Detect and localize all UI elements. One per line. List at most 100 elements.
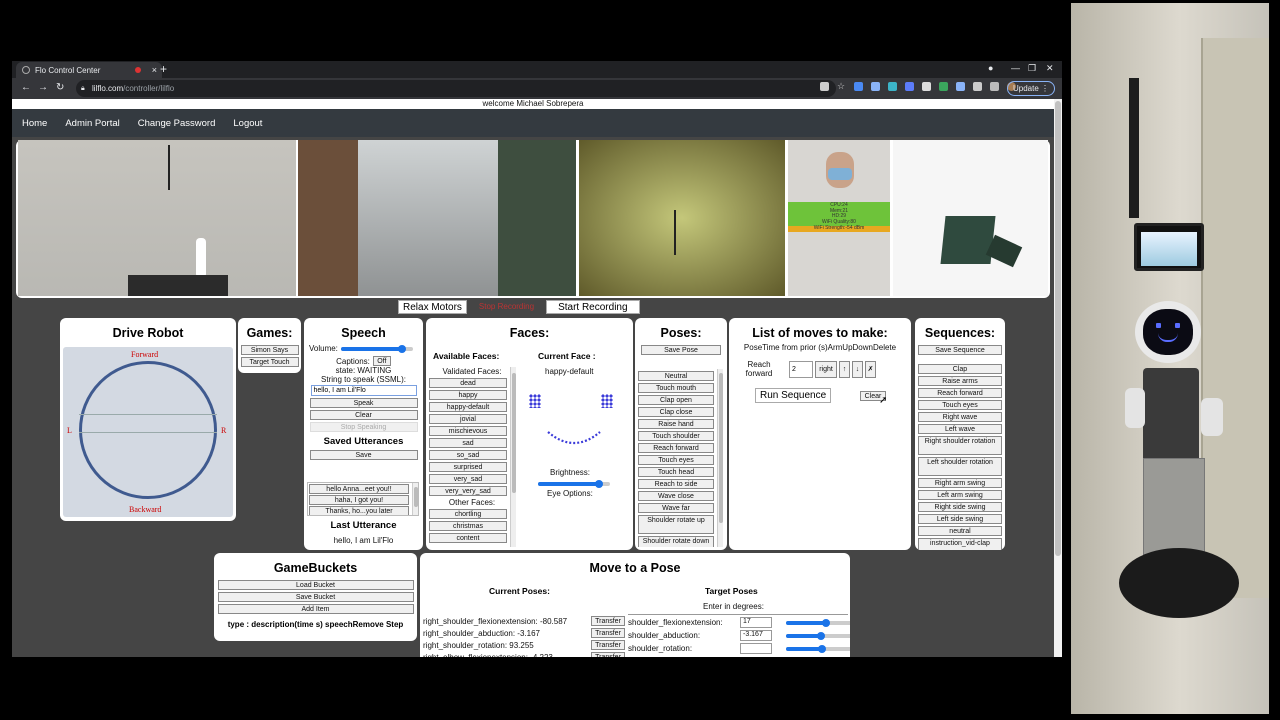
brightness-slider[interactable] (538, 480, 610, 488)
other-face-button[interactable]: christmas (429, 521, 507, 531)
relax-motors-button[interactable]: Relax Motors (398, 299, 467, 314)
pose-button[interactable]: Wave far (638, 503, 714, 513)
sequence-button[interactable]: Right arm swing (918, 478, 1002, 488)
move-time-input[interactable]: 2 (789, 361, 813, 378)
speak-button[interactable]: Speak (309, 398, 418, 408)
sequence-button[interactable]: Left side swing (918, 514, 1002, 524)
reload-icon[interactable]: ↻ (56, 82, 64, 93)
sequence-button[interactable]: Right wave (918, 412, 1002, 422)
volume-slider[interactable] (340, 344, 413, 353)
transfer-button[interactable]: Transfer (591, 616, 625, 626)
target-pose-input[interactable] (740, 643, 772, 654)
back-icon[interactable]: ← (21, 82, 31, 93)
extension-icon[interactable] (871, 82, 880, 91)
nav-logout[interactable]: Logout (233, 118, 262, 129)
sequence-button[interactable]: Right shoulder rotation (918, 436, 1002, 455)
add-item-button[interactable]: Add Item (217, 604, 414, 614)
speech-input[interactable]: hello, I am Lil'Flo (310, 385, 417, 396)
validated-face-button[interactable]: happy (429, 390, 507, 400)
extension-icon[interactable] (854, 82, 863, 91)
move-down-button[interactable]: ↓ (852, 361, 863, 378)
transfer-button[interactable]: Transfer (591, 640, 625, 650)
pose-button[interactable]: Reach forward (638, 443, 714, 453)
extension-icon[interactable] (956, 82, 965, 91)
url-field[interactable]: 🔒︎ lilflo.com/controller/lilflo (76, 80, 836, 97)
sequence-button[interactable]: Reach forward (918, 388, 1002, 398)
move-up-button[interactable]: ↑ (839, 361, 850, 378)
validated-face-button[interactable]: very_very_sad (429, 486, 507, 496)
page-scrollbar[interactable] (1054, 99, 1062, 657)
extension-icon[interactable] (973, 82, 982, 91)
target-pose-slider[interactable] (786, 632, 850, 640)
target-pose-input[interactable]: 17 (740, 617, 772, 628)
save-bucket-button[interactable]: Save Bucket (217, 592, 414, 602)
sequence-button[interactable]: Raise arms (918, 376, 1002, 386)
new-tab-button[interactable]: + (160, 62, 167, 76)
pose-button[interactable]: Shoulder rotate down (638, 536, 714, 547)
pose-button[interactable]: Touch mouth (638, 383, 714, 393)
sequence-button[interactable]: Clap (918, 364, 1002, 374)
validated-face-button[interactable]: surprised (429, 462, 507, 472)
sequence-button[interactable]: Left wave (918, 424, 1002, 434)
clear-speech-button[interactable]: Clear (309, 410, 418, 420)
save-utterance-button[interactable]: Save (309, 450, 418, 460)
pose-button[interactable]: Touch shoulder (638, 431, 714, 441)
nav-change-password[interactable]: Change Password (138, 118, 216, 129)
start-recording-button[interactable]: Start Recording (546, 299, 640, 314)
extension-icon[interactable] (888, 82, 897, 91)
restore-icon[interactable]: ❐ (1028, 63, 1036, 74)
pose-button[interactable]: Wave close (638, 491, 714, 501)
save-sequence-button[interactable]: Save Sequence (918, 345, 1002, 355)
forward-icon[interactable]: → (38, 82, 48, 93)
transfer-button[interactable]: Transfer (591, 652, 625, 657)
star-icon[interactable]: ☆ (837, 82, 846, 91)
poses-scrollbar[interactable] (717, 369, 723, 547)
extension-icon[interactable] (939, 82, 948, 91)
other-face-button[interactable]: content (429, 533, 507, 543)
move-arm-select[interactable]: right (815, 361, 837, 378)
validated-face-button[interactable]: jovial (429, 414, 507, 424)
close-tab-icon[interactable]: × (152, 65, 157, 75)
captions-toggle-button[interactable]: Off (372, 356, 391, 366)
pose-button[interactable]: Clap open (638, 395, 714, 405)
target-pose-slider[interactable] (786, 645, 850, 653)
camera-icon[interactable] (820, 82, 829, 91)
drive-circle[interactable] (79, 361, 217, 499)
load-bucket-button[interactable]: Load Bucket (217, 580, 414, 590)
pose-button[interactable]: Touch head (638, 467, 714, 477)
pose-button[interactable]: Touch eyes (638, 455, 714, 465)
close-window-icon[interactable]: ✕ (1046, 63, 1054, 74)
sequence-button[interactable]: Left shoulder rotation (918, 457, 1002, 476)
stop-recording-button[interactable]: Stop Recording (479, 302, 534, 311)
update-button[interactable]: Update ⋮ (1007, 81, 1055, 96)
pose-button[interactable]: Clap close (638, 407, 714, 417)
nav-home[interactable]: Home (22, 118, 47, 129)
saved-utterance-item[interactable]: hello Anna...eet you!! (309, 484, 409, 494)
move-delete-button[interactable]: ✗ (865, 361, 876, 378)
extension-icon[interactable] (905, 82, 914, 91)
target-pose-input[interactable]: -3.167 (740, 630, 772, 641)
run-sequence-button[interactable]: Run Sequence (755, 388, 832, 403)
target-touch-button[interactable]: Target Touch (240, 357, 299, 367)
transfer-button[interactable]: Transfer (591, 628, 625, 638)
tab-flo-control-center[interactable]: Flo Control Center × (16, 62, 162, 78)
validated-face-button[interactable]: mischievous (429, 426, 507, 436)
validated-face-button[interactable]: very_sad (429, 474, 507, 484)
saved-utterance-item[interactable]: Thanks, ho...you later (309, 506, 409, 515)
simon-says-button[interactable]: Simon Says (240, 345, 299, 355)
sequence-button[interactable]: neutral (918, 526, 1002, 536)
minimize-icon[interactable]: — (1011, 63, 1020, 73)
validated-face-button[interactable]: sad (429, 438, 507, 448)
pose-button[interactable]: Raise hand (638, 419, 714, 429)
target-pose-slider[interactable] (786, 619, 850, 627)
drive-pad[interactable]: Forward Backward L R (63, 347, 233, 517)
stop-speaking-button[interactable]: Stop Speaking (309, 422, 418, 432)
validated-face-button[interactable]: so_sad (429, 450, 507, 460)
pose-button[interactable]: Reach to side (638, 479, 714, 489)
sequence-button[interactable]: Right side swing (918, 502, 1002, 512)
nav-admin-portal[interactable]: Admin Portal (65, 118, 119, 129)
pose-button[interactable]: Shoulder rotate up (638, 515, 714, 534)
pose-button[interactable]: Neutral (638, 371, 714, 381)
faces-scrollbar[interactable] (510, 367, 516, 547)
sequence-button[interactable]: Touch eyes (918, 400, 1002, 410)
